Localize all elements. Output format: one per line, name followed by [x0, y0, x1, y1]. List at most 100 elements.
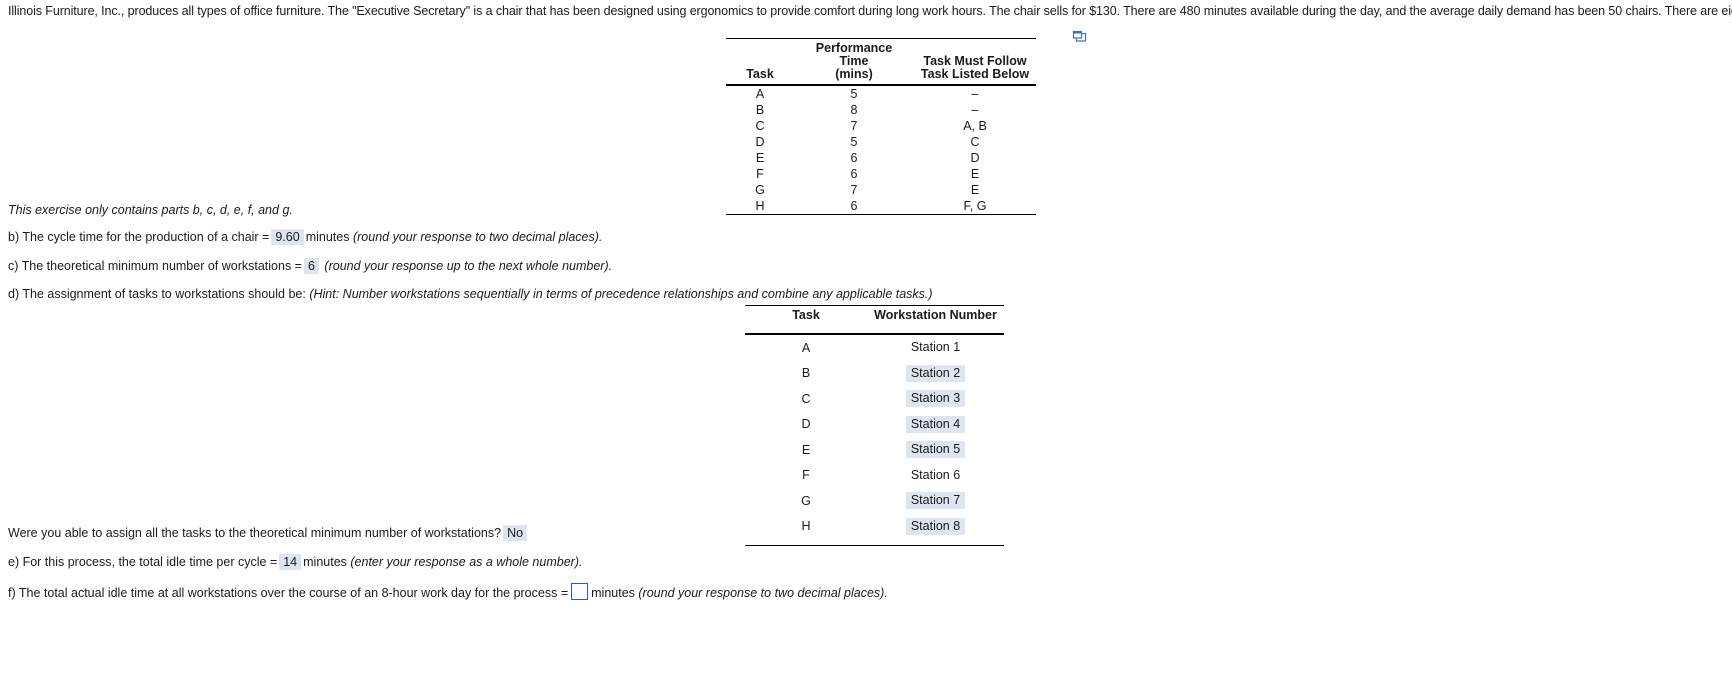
- part-b-answer[interactable]: 9.60: [271, 229, 304, 245]
- cell-time: 8: [850, 103, 858, 117]
- cell-time: 7: [850, 119, 858, 133]
- part-c-hint: (round your response up to the next whol…: [324, 259, 613, 273]
- cell-workstation[interactable]: Station 6: [867, 463, 1004, 489]
- part-e-hint: (enter your response as a whole number).: [350, 555, 583, 569]
- cell-predecessor: E: [970, 183, 980, 197]
- cell-task: E: [801, 442, 811, 457]
- table-row: G 7 E: [726, 182, 1036, 198]
- part-d-line: d) The assignment of tasks to workstatio…: [8, 286, 933, 302]
- cell-predecessor: A, B: [963, 119, 987, 133]
- cell-predecessor: E: [970, 167, 980, 181]
- cell-task: F: [756, 167, 764, 181]
- cell-predecessor: F, G: [914, 198, 1036, 215]
- part-c-line: c) The theoretical minimum number of wor…: [8, 258, 612, 274]
- cell-predecessor: –: [971, 87, 979, 101]
- cell-workstation[interactable]: Station 4: [867, 412, 1004, 438]
- problem-statement: Illinois Furniture, Inc., produces all t…: [8, 4, 1732, 18]
- cell-task: H: [801, 519, 811, 534]
- cell-workstation[interactable]: Station 1: [867, 334, 1004, 361]
- part-f-hint: (round your response to two decimal plac…: [638, 586, 888, 600]
- cell-workstation[interactable]: Station 3: [867, 386, 1004, 412]
- workstation-value[interactable]: Station 1: [906, 339, 965, 356]
- header-rule: [745, 325, 867, 335]
- cell-time: 5: [850, 135, 858, 149]
- column-header-performance-time: Performance Time (mins): [794, 38, 914, 86]
- workstation-value[interactable]: Station 7: [905, 492, 966, 510]
- part-f-line: f) The total actual idle time at all wor…: [8, 583, 888, 601]
- cell-task: G: [801, 493, 811, 508]
- part-f-unit: minutes: [591, 586, 635, 600]
- part-d-prefix: d) The assignment of tasks to workstatio…: [8, 287, 306, 301]
- cell-predecessor: –: [971, 103, 979, 117]
- part-e-prefix: e) For this process, the total idle time…: [8, 555, 278, 569]
- table-row: G Station 7: [745, 488, 1004, 514]
- column-header-task: Task: [745, 305, 867, 325]
- cell-task: F: [802, 468, 810, 483]
- workstation-value[interactable]: Station 5: [905, 441, 966, 459]
- part-f-input[interactable]: [571, 583, 589, 600]
- part-b-unit: minutes: [305, 230, 350, 244]
- column-header-task: Task: [726, 38, 794, 86]
- column-header-predecessor: Task Must Follow Task Listed Below: [914, 38, 1036, 86]
- part-e-answer[interactable]: 14: [279, 554, 302, 570]
- table-row: B 8 –: [726, 102, 1036, 118]
- column-header-performance-time-line2: (mins): [835, 67, 873, 81]
- table-row: E 6 D: [726, 150, 1036, 166]
- cell-task: A: [755, 87, 765, 101]
- table-row: B Station 2: [745, 361, 1004, 387]
- cell-time: 6: [794, 198, 914, 215]
- column-header-workstation-number: Workstation Number: [867, 305, 1004, 325]
- cell-workstation[interactable]: Station 8: [867, 514, 1004, 540]
- part-f-prefix: f) The total actual idle time at all wor…: [8, 586, 569, 600]
- table-row: E Station 5: [745, 437, 1004, 463]
- workstation-assignment-table: Task Workstation Number A Station 1 B St…: [745, 305, 1004, 546]
- assignment-question-prefix: Were you able to assign all the tasks to…: [8, 526, 502, 540]
- part-e-unit: minutes: [303, 555, 347, 569]
- part-c-answer[interactable]: 6: [303, 258, 319, 274]
- cell-time: 6: [850, 167, 858, 181]
- cell-predecessor: C: [970, 135, 980, 149]
- table-row: F 6 E: [726, 166, 1036, 182]
- assignment-question-answer[interactable]: No: [503, 525, 528, 541]
- cell-time: 6: [850, 151, 858, 165]
- table-row: A Station 1: [745, 334, 1004, 361]
- footer-rule: [745, 539, 867, 546]
- column-header-predecessor-line2: Task Listed Below: [920, 67, 1030, 81]
- cell-predecessor: D: [970, 151, 980, 165]
- popout-window-icon[interactable]: [1072, 30, 1087, 43]
- cell-workstation[interactable]: Station 7: [867, 488, 1004, 514]
- table-row: H Station 8: [745, 514, 1004, 540]
- part-e-line: e) For this process, the total idle time…: [8, 554, 582, 570]
- table-row: C 7 A, B: [726, 118, 1036, 134]
- workstation-value[interactable]: Station 6: [906, 467, 965, 484]
- cell-workstation[interactable]: Station 2: [867, 361, 1004, 387]
- cell-task: A: [801, 340, 811, 355]
- cell-workstation[interactable]: Station 5: [867, 437, 1004, 463]
- cell-task: C: [801, 391, 811, 406]
- header-rule: [867, 325, 1004, 335]
- table-row: H 6 F, G: [726, 198, 1036, 215]
- cell-task: B: [755, 103, 765, 117]
- column-header-performance-time-line1: Performance Time: [815, 41, 893, 68]
- cell-task: B: [801, 366, 811, 381]
- cell-task: D: [755, 135, 765, 149]
- part-b-prefix: b) The cycle time for the production of …: [8, 230, 270, 244]
- part-d-hint: (Hint: Number workstations sequentially …: [309, 287, 933, 301]
- workstation-value[interactable]: Station 3: [905, 390, 966, 408]
- table-row: F Station 6: [745, 463, 1004, 489]
- footer-rule: [867, 539, 1004, 546]
- part-c-prefix: c) The theoretical minimum number of wor…: [8, 259, 302, 273]
- part-b-line: b) The cycle time for the production of …: [8, 229, 602, 245]
- workstation-value[interactable]: Station 8: [905, 517, 966, 535]
- column-header-task-label: Task: [746, 67, 774, 81]
- assignment-question-line: Were you able to assign all the tasks to…: [8, 525, 529, 541]
- cell-time: 7: [850, 183, 858, 197]
- column-header-predecessor-line1: Task Must Follow: [923, 54, 1027, 68]
- workstation-value[interactable]: Station 2: [905, 364, 966, 382]
- cell-task: E: [755, 151, 765, 165]
- workstation-value[interactable]: Station 4: [905, 415, 966, 433]
- table-row: D 5 C: [726, 134, 1036, 150]
- table-row: D Station 4: [745, 412, 1004, 438]
- table-row: A 5 –: [726, 85, 1036, 102]
- cell-task: G: [755, 183, 765, 197]
